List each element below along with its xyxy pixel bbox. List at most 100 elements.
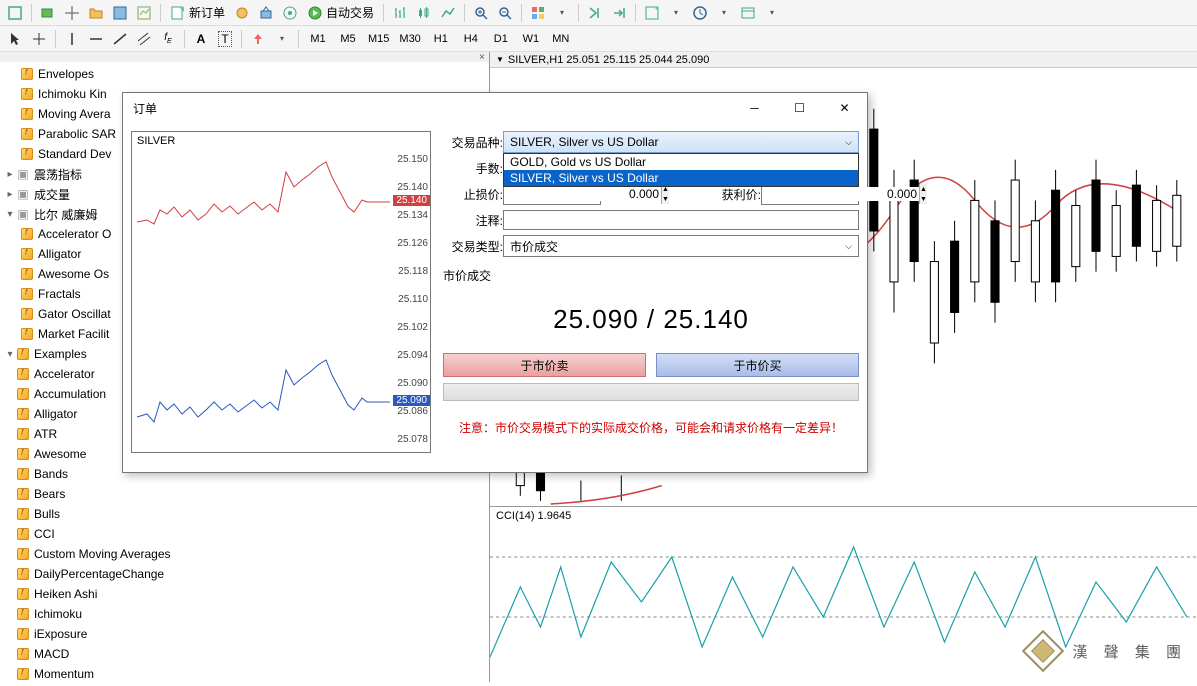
vline-tool-icon[interactable] (61, 28, 83, 50)
timeframe-h4[interactable]: H4 (457, 28, 485, 50)
symbol-label: 交易品种: (443, 134, 503, 151)
fibo-tool-icon[interactable]: fE (157, 28, 179, 50)
timeframe-m5[interactable]: M5 (334, 28, 362, 50)
cursor-tool-icon[interactable] (4, 28, 26, 50)
arrow-tool-icon[interactable] (247, 28, 269, 50)
tp-up-icon[interactable]: ▲ (920, 184, 927, 194)
timeframe-w1[interactable]: W1 (517, 28, 545, 50)
dropdown-icon-5[interactable]: ▾ (271, 28, 293, 50)
timeframe-m30[interactable]: M30 (395, 28, 424, 50)
tree-item[interactable]: MACD (0, 644, 489, 664)
disabled-bar (443, 383, 859, 401)
warning-note: 注意：市价交易模式下的实际成交价格，可能会和请求价格有一定差异！ (443, 419, 859, 436)
chart-tab-header[interactable]: ▼ SILVER,H1 25.051 25.115 25.044 25.090 (490, 52, 1197, 68)
line-chart-icon[interactable] (437, 2, 459, 24)
close-button[interactable]: ✕ (822, 94, 867, 122)
shift-icon[interactable] (608, 2, 630, 24)
panel-close-icon[interactable]: × (479, 52, 485, 63)
tree-item[interactable]: Heiken Ashi (0, 584, 489, 604)
toolbar-icon-5[interactable] (109, 2, 131, 24)
timeframe-h1[interactable]: H1 (427, 28, 455, 50)
mini-tick-chart: SILVER 25.15025.14025.13425.12625.11825.… (131, 131, 431, 453)
tree-item[interactable]: DailyPercentageChange (0, 564, 489, 584)
cursor-icon[interactable] (61, 2, 83, 24)
timeframe-m15[interactable]: M15 (364, 28, 393, 50)
type-select[interactable]: 市价成交 ⌵ (503, 235, 859, 257)
tree-item[interactable]: CCI (0, 524, 489, 544)
mini-axis-tick: 25.126 (397, 238, 428, 249)
mini-axis-tick: 25.118 (398, 266, 428, 277)
toolbar-icon-1[interactable] (4, 2, 26, 24)
label-tool-icon[interactable]: T (214, 28, 236, 50)
sl-label: 止损价: (443, 186, 503, 203)
toolbar-icon-6[interactable] (133, 2, 155, 24)
tree-item[interactable]: Ichimoku (0, 604, 489, 624)
tree-item[interactable]: Envelopes (0, 64, 489, 84)
scroll-end-icon[interactable] (584, 2, 606, 24)
new-order-button[interactable]: 新订单 (166, 2, 229, 24)
minimize-button[interactable]: ─ (732, 94, 777, 122)
chart-dropdown-icon[interactable]: ▼ (496, 55, 504, 64)
dropdown-icon-1[interactable]: ▾ (551, 2, 573, 24)
comment-label: 注释: (443, 212, 503, 229)
trendline-tool-icon[interactable] (109, 28, 131, 50)
symbol-dropdown: GOLD, Gold vs US Dollar SILVER, Silver v… (503, 153, 859, 187)
indicators-icon[interactable] (641, 2, 663, 24)
candle-chart-icon[interactable] (413, 2, 435, 24)
toolbar-icon-9[interactable] (255, 2, 277, 24)
dialog-title-text: 订单 (133, 100, 157, 117)
section-label: 市价成交 (443, 267, 859, 284)
mini-axis-tick: 25.078 (397, 434, 428, 445)
tree-item[interactable]: iExposure (0, 624, 489, 644)
mini-axis-tick: 25.102 (397, 322, 428, 333)
symbol-select[interactable]: SILVER, Silver vs US Dollar ⌵ (503, 131, 859, 153)
dropdown-option-silver[interactable]: SILVER, Silver vs US Dollar (504, 170, 858, 186)
dropdown-icon-2[interactable]: ▾ (665, 2, 687, 24)
tree-item[interactable]: Bulls (0, 504, 489, 524)
hline-tool-icon[interactable] (85, 28, 107, 50)
tp-down-icon[interactable]: ▼ (920, 194, 927, 204)
dropdown-icon-3[interactable]: ▾ (713, 2, 735, 24)
text-tool-icon[interactable]: A (190, 28, 212, 50)
brand-text: 漢 聲 集 團 (1072, 641, 1187, 662)
chart-title: SILVER,H1 25.051 25.115 25.044 25.090 (508, 54, 709, 66)
timeframe-d1[interactable]: D1 (487, 28, 515, 50)
sl-down-icon[interactable]: ▼ (662, 194, 669, 204)
dropdown-option-gold[interactable]: GOLD, Gold vs US Dollar (504, 154, 858, 170)
grid-icon[interactable] (527, 2, 549, 24)
toolbar-icon-2[interactable] (37, 2, 59, 24)
templates-icon[interactable] (737, 2, 759, 24)
bar-chart-icon[interactable] (389, 2, 411, 24)
toolbar-icon-10[interactable] (279, 2, 301, 24)
mini-axis-tick: 25.094 (397, 350, 428, 361)
timeframe-m1[interactable]: M1 (304, 28, 332, 50)
dropdown-icon-4[interactable]: ▾ (761, 2, 783, 24)
tree-item[interactable]: Custom Moving Averages (0, 544, 489, 564)
chevron-down-icon: ⌵ (845, 137, 852, 148)
crosshair-tool-icon[interactable] (28, 28, 50, 50)
sell-button[interactable]: 于市价卖 (443, 353, 646, 377)
mini-axis-tick: 25.134 (397, 210, 428, 221)
chevron-down-icon: ⌵ (845, 241, 852, 252)
toolbar-icon-8[interactable] (231, 2, 253, 24)
toolbar-draw: fE A T ▾ M1M5M15M30H1H4D1W1MN (0, 26, 1197, 52)
order-dialog: 订单 ─ ☐ ✕ SILVER 25.15025.14025.13425.126… (122, 92, 868, 473)
mini-axis-tick: 25.090 (397, 378, 428, 389)
folder-icon[interactable] (85, 2, 107, 24)
ask-price-tag: 25.140 (393, 195, 430, 206)
zoom-out-icon[interactable] (494, 2, 516, 24)
mini-axis-tick: 25.140 (397, 182, 428, 193)
comment-input[interactable] (503, 210, 859, 230)
cci-title: CCI(14) 1.9645 (496, 510, 571, 522)
channel-tool-icon[interactable] (133, 28, 155, 50)
zoom-in-icon[interactable] (470, 2, 492, 24)
tree-item[interactable]: Bears (0, 484, 489, 504)
tree-item[interactable]: Momentum (0, 664, 489, 684)
periods-icon[interactable] (689, 2, 711, 24)
bid-price-tag: 25.090 (393, 395, 430, 406)
auto-trade-button[interactable]: 自动交易 (303, 2, 378, 24)
dialog-titlebar[interactable]: 订单 ─ ☐ ✕ (123, 93, 867, 123)
maximize-button[interactable]: ☐ (777, 94, 822, 122)
buy-button[interactable]: 于市价买 (656, 353, 859, 377)
timeframe-mn[interactable]: MN (547, 28, 575, 50)
